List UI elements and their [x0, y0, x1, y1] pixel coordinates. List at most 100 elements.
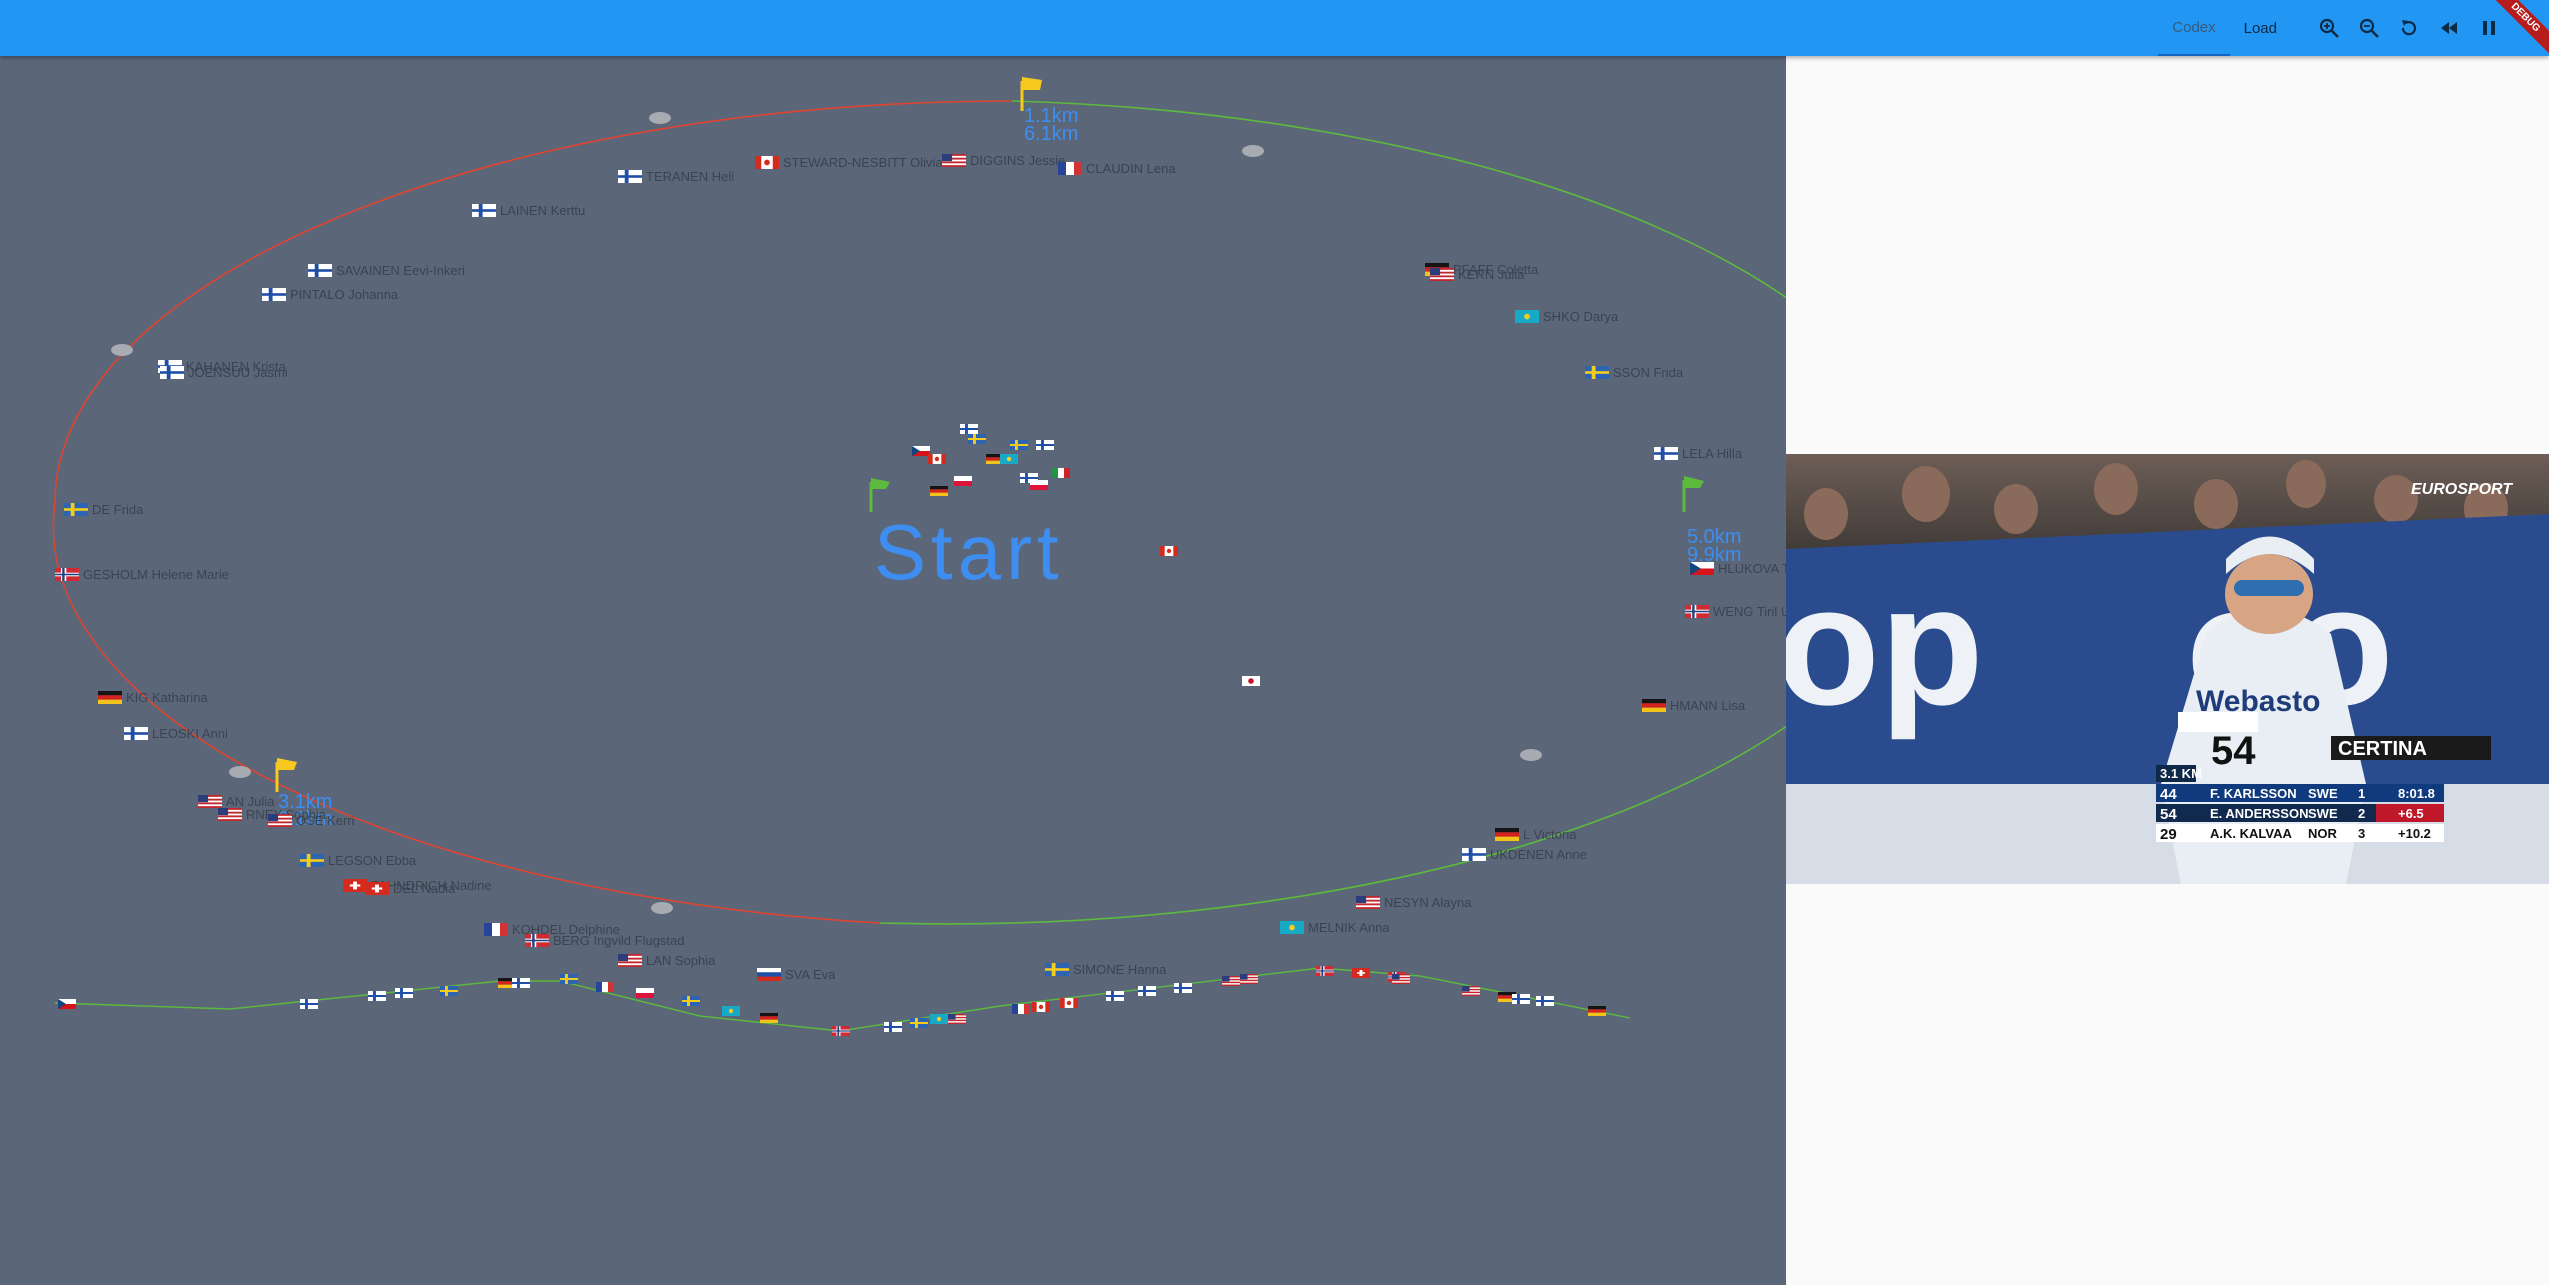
waypoint-dot — [1520, 749, 1542, 761]
athlete-marker[interactable]: UKDENEN Anne — [1462, 847, 1587, 862]
athlete-name: CLAUDIN Lena — [1086, 161, 1176, 176]
athlete-marker[interactable]: SVA Eva — [757, 967, 836, 982]
athlete-name: JOENSUU Jasmi — [188, 365, 288, 380]
athlete-name: LAINEN Kerttu — [500, 203, 585, 218]
athlete-marker[interactable]: L Victoria — [1495, 827, 1577, 842]
athlete-marker[interactable]: DIGGINS Jessie — [942, 153, 1065, 168]
cze-flag-icon — [1690, 562, 1714, 575]
athlete-name: MELNIK Anna — [1308, 920, 1390, 935]
kaz-flag-icon — [722, 1006, 740, 1016]
pause-icon[interactable] — [2469, 0, 2509, 56]
athlete-marker[interactable]: SSON Frida — [1585, 365, 1684, 380]
athlete-name: KERN Julia — [1458, 267, 1525, 282]
result-time: +10.2 — [2398, 826, 2431, 841]
ger-flag-icon — [1588, 1006, 1606, 1016]
split-marker-2[interactable]: 5.0km 9.9km — [1682, 476, 1741, 566]
result-nation: SWE — [2308, 806, 2338, 821]
athlete-name: STEWARD-NESBITT Olivia — [783, 155, 943, 170]
start-label: Start — [874, 508, 1064, 596]
athlete-name: WENG Tiril Udnes — [1713, 604, 1786, 619]
swe-flag-icon — [1045, 963, 1069, 976]
ger-flag-icon — [760, 1013, 778, 1023]
athlete-marker[interactable]: GESHOLM Helene Marie — [55, 567, 229, 582]
split-label: 3.1 KM — [2160, 766, 2202, 781]
fin-flag-icon — [1106, 991, 1124, 1001]
athlete-marker[interactable]: PINTALO Johanna — [262, 287, 399, 302]
athlete-marker[interactable]: SHKO Darya — [1515, 309, 1619, 324]
athlete-name: BERG Ingvild Flugstad — [553, 933, 685, 948]
ger-flag-icon — [930, 486, 948, 496]
ger-flag-icon — [98, 691, 122, 704]
result-nation: NOR — [2308, 826, 2338, 841]
athlete-name: HMANN Lisa — [1670, 698, 1746, 713]
split-distance: 6.1km — [1024, 123, 1078, 145]
athlete-marker[interactable]: CLAUDIN Lena — [1058, 161, 1176, 176]
athlete-marker[interactable]: LAN Sophia — [618, 953, 716, 968]
athlete-marker[interactable]: DEL Nadia — [365, 881, 456, 896]
usa-flag-icon — [618, 954, 642, 967]
athlete-marker[interactable]: WENG Tiril Udnes — [1685, 604, 1786, 619]
athlete-marker[interactable]: TERANEN Heli — [618, 169, 734, 184]
swe-flag-icon — [64, 503, 88, 516]
usa-flag-icon — [198, 795, 222, 808]
start-flag[interactable] — [869, 478, 890, 512]
athlete-marker[interactable]: SAVAINEN Eevi-Inkeri — [308, 263, 465, 278]
tab-load[interactable]: Load — [2230, 0, 2291, 56]
rewind-icon[interactable] — [2429, 0, 2469, 56]
athlete-name: NESYN Alayna — [1384, 895, 1472, 910]
fin-flag-icon — [368, 991, 386, 1001]
can-flag-icon — [1160, 546, 1178, 556]
kaz-flag-icon — [930, 1014, 948, 1024]
athlete-marker[interactable]: BERG Ingvild Flugstad — [525, 933, 685, 948]
athlete-marker[interactable]: SIMONE Hanna — [1045, 962, 1167, 977]
tab-codex[interactable]: Codex — [2158, 0, 2230, 56]
athlete-marker[interactable]: JOENSUU Jasmi — [160, 365, 288, 380]
cze-flag-icon — [58, 999, 76, 1009]
nor-flag-icon — [832, 1026, 850, 1036]
athlete-marker[interactable]: NESYN Alayna — [1356, 895, 1472, 910]
athlete-marker[interactable]: LAINEN Kerttu — [472, 203, 585, 218]
video-feed[interactable]: op oo Webasto 54 EUROSPORT CERTINA 3.1 K… — [1786, 454, 2549, 884]
athlete-marker[interactable]: HLUKOVA Tereza — [1690, 561, 1786, 576]
fra-flag-icon — [484, 923, 508, 936]
athlete-marker[interactable]: LEGSON Ebba — [300, 853, 417, 868]
fra-flag-icon — [596, 982, 614, 992]
channel-logo: EUROSPORT — [2411, 481, 2513, 498]
barrier-logo: op — [1786, 551, 1984, 741]
zoom-in-icon[interactable] — [2309, 0, 2349, 56]
athlete-name: SSON Frida — [1613, 365, 1684, 380]
athlete-name: LEGSON Ebba — [328, 853, 417, 868]
result-nation: SWE — [2308, 786, 2338, 801]
can-flag-icon — [755, 156, 779, 169]
swe-flag-icon — [440, 986, 458, 996]
athlete-name: UKDENEN Anne — [1490, 847, 1587, 862]
usa-flag-icon — [948, 1014, 966, 1024]
zoom-out-icon[interactable] — [2349, 0, 2389, 56]
athlete-marker[interactable]: KIG Katharina — [98, 690, 208, 705]
split-marker-1[interactable]: 1.1km 6.1km — [1020, 77, 1078, 145]
athlete-name: L Victoria — [1523, 827, 1577, 842]
athlete-name: DE Frida — [92, 502, 144, 517]
athlete-marker[interactable]: STEWARD-NESBITT Olivia — [755, 155, 943, 170]
athlete-marker[interactable]: LELA Hilla — [1654, 446, 1743, 461]
athlete-marker[interactable]: MELNIK Anna — [1280, 920, 1390, 935]
pol-flag-icon — [636, 988, 654, 998]
replay-icon[interactable] — [2389, 0, 2429, 56]
nor-flag-icon — [1316, 966, 1334, 976]
athlete-marker[interactable]: LEOSKI Anni — [124, 726, 228, 741]
nor-flag-icon — [55, 568, 79, 581]
usa-flag-icon — [1222, 976, 1240, 986]
athlete-name: SHKO Darya — [1543, 309, 1619, 324]
athlete-marker[interactable]: OSE Kerri — [268, 813, 355, 828]
result-bib: 54 — [2160, 806, 2177, 823]
athlete-name: LELA Hilla — [1682, 446, 1743, 461]
track-canvas[interactable]: 1.1km 6.1km 5.0km 9.9km 3.1km 8.1km Star… — [0, 56, 1786, 1285]
result-name: F. KARLSSON — [2210, 786, 2297, 801]
athlete-name: DEL Nadia — [393, 881, 456, 896]
fin-flag-icon — [308, 264, 332, 277]
track-view[interactable]: 1.1km 6.1km 5.0km 9.9km 3.1km 8.1km Star… — [0, 56, 1786, 1285]
athlete-marker[interactable]: KERN Julia — [1430, 267, 1525, 282]
athlete-marker[interactable]: DE Frida — [64, 502, 144, 517]
athlete-marker[interactable]: HMANN Lisa — [1642, 698, 1746, 713]
app-bar: Codex Load DEBUG — [0, 0, 2549, 57]
